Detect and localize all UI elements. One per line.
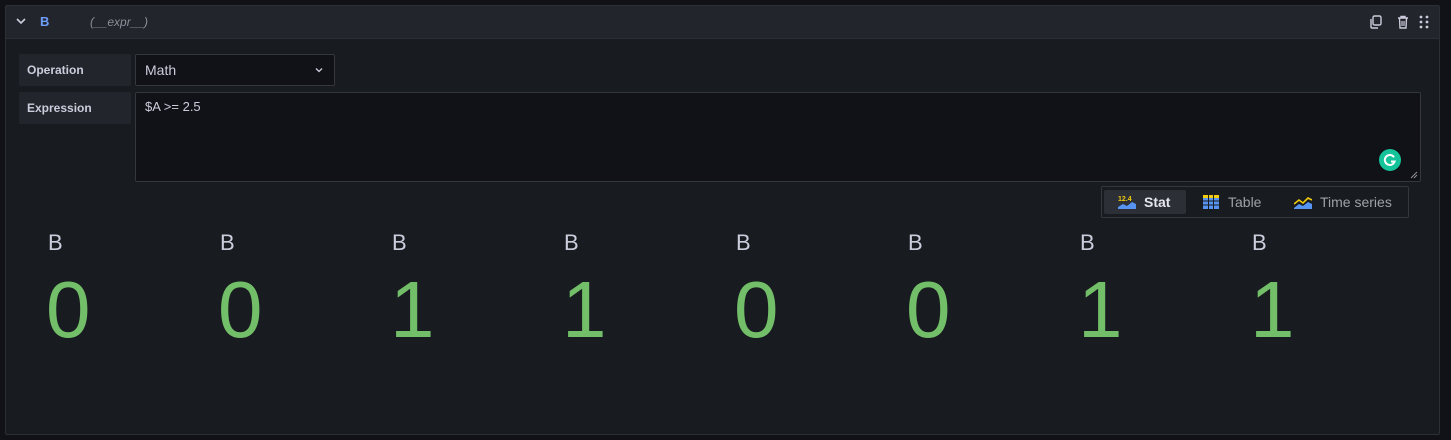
stat-title: B (564, 230, 579, 255)
stat-item: B 0 (734, 230, 896, 354)
query-description: (__expr__) (90, 15, 149, 29)
stat-icon: 12.4 (1118, 196, 1136, 209)
query-name[interactable]: B (40, 14, 49, 29)
viz-option-time-series[interactable]: Time series (1280, 190, 1406, 214)
query-header: B (__expr__) (6, 6, 1439, 39)
svg-text:12.4: 12.4 (1118, 196, 1132, 203)
stat-item: B 0 (906, 230, 1068, 354)
viz-option-stat[interactable]: 12.4 Stat (1104, 190, 1186, 214)
chevron-down-icon (315, 68, 323, 73)
stat-title: B (1080, 230, 1095, 255)
visualization-switch: 12.4 Stat Table Time series (1101, 186, 1409, 218)
stat-item: B 1 (1250, 230, 1412, 354)
stat-value: 1 (390, 265, 435, 354)
stat-item: B 1 (390, 230, 552, 354)
stat-item: B 1 (1078, 230, 1240, 354)
stat-item: B 1 (562, 230, 724, 354)
viz-option-label: Stat (1144, 194, 1171, 210)
viz-option-table[interactable]: Table (1188, 190, 1278, 214)
stat-value: 1 (1250, 265, 1295, 354)
stat-title: B (736, 230, 751, 255)
expression-label: Expression (19, 92, 131, 124)
stat-title: B (220, 230, 235, 255)
stat-item: B 0 (218, 230, 380, 354)
stat-value: 0 (46, 265, 91, 354)
stat-value: 1 (1078, 265, 1123, 354)
time-series-icon (1294, 197, 1312, 209)
duplicate-icon[interactable] (1368, 14, 1384, 30)
operation-label: Operation (19, 54, 131, 86)
table-icon (1203, 195, 1219, 209)
grammarly-icon[interactable] (1379, 149, 1401, 171)
resize-handle-icon[interactable] (1410, 171, 1418, 179)
stat-title: B (908, 230, 923, 255)
stat-value: 0 (906, 265, 951, 354)
stat-title: B (1252, 230, 1267, 255)
query-panel: B (__expr__) Operation Math Expression $… (5, 5, 1440, 435)
trash-icon[interactable] (1395, 14, 1411, 30)
stat-title: B (48, 230, 63, 255)
expression-input[interactable]: $A >= 2.5 (135, 92, 1421, 182)
operation-select-value: Math (145, 62, 177, 78)
stat-value: 1 (562, 265, 607, 354)
drag-handle-icon[interactable] (1416, 14, 1432, 30)
operation-select[interactable]: Math (135, 54, 335, 86)
viz-option-label: Table (1228, 194, 1262, 210)
stat-title: B (392, 230, 407, 255)
stat-item: B 0 (46, 230, 208, 354)
stat-value: 0 (734, 265, 779, 354)
viz-option-label: Time series (1320, 194, 1392, 210)
chevron-down-icon[interactable] (15, 15, 27, 27)
stat-value: 0 (218, 265, 263, 354)
